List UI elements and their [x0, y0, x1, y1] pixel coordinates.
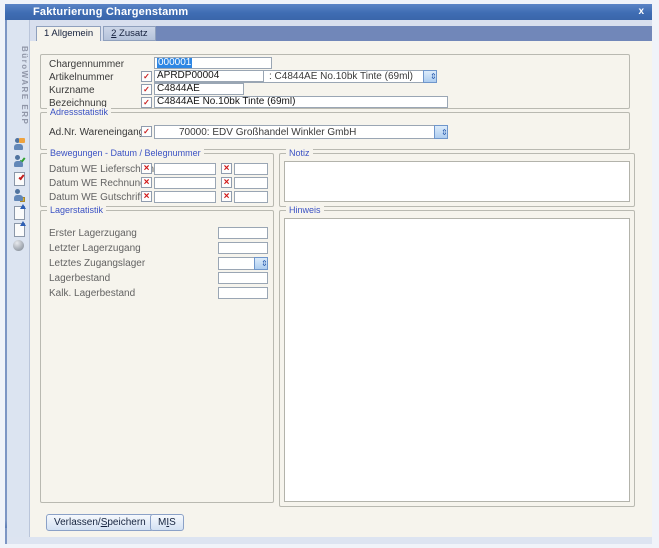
chargennummer-label: Chargennummer: [49, 59, 124, 71]
zugangslager-dropdown-icon[interactable]: ⇕: [254, 257, 268, 270]
datum-we-rechnung-label: Datum WE Rechnung: [49, 178, 146, 190]
form-panel: Chargennummer 000001 Artikelnummer ✓ APR…: [30, 41, 652, 537]
bezeichnung-input[interactable]: C4844AE No.10bk Tinte (69ml): [154, 96, 448, 108]
lieferschein-beleg-clear-icon[interactable]: ×: [221, 163, 232, 174]
content-area: 1 Allgemein 2 Zusatz Chargennummer 00000…: [30, 20, 652, 537]
artikelnummer-input[interactable]: APRDP00004: [154, 70, 264, 82]
lagerbestand-input[interactable]: [218, 272, 268, 284]
hinweis-legend: Hinweis: [286, 205, 324, 216]
sphere-icon[interactable]: [13, 240, 24, 251]
sidebar-toolbar: [7, 138, 29, 255]
letzter-lagerzugang-input[interactable]: [218, 242, 268, 254]
notiz-group: Notiz: [279, 153, 635, 207]
rechnung-beleg-clear-icon[interactable]: ×: [221, 177, 232, 188]
gutschrift-datum-input[interactable]: [154, 191, 216, 203]
datum-we-gutschrift-label: Datum WE Gutschrift: [49, 192, 143, 204]
app-window: Fakturierung Chargenstamm x BüroWARE ERP…: [5, 4, 652, 544]
rechnung-datum-input[interactable]: [154, 177, 216, 189]
adnr-verify-icon[interactable]: ✓: [141, 126, 152, 137]
artikelnummer-combo[interactable]: APRDP00004 : C4844AE No.10bk Tinte (69ml…: [154, 70, 437, 83]
rechnung-beleg-input[interactable]: [234, 177, 268, 189]
lagerbestand-label: Lagerbestand: [49, 273, 110, 285]
letztes-zugangslager-label: Letztes Zugangslager: [49, 258, 145, 270]
adnr-dropdown-icon[interactable]: ⇕: [434, 125, 448, 139]
notiz-textarea[interactable]: [284, 161, 630, 202]
brand-vertical-text: BüroWARE ERP: [7, 26, 29, 146]
close-icon[interactable]: x: [638, 7, 644, 17]
rechnung-datum-clear-icon[interactable]: ×: [141, 177, 152, 188]
sidebar: BüroWARE ERP: [7, 20, 30, 537]
kalk-lagerbestand-input[interactable]: [218, 287, 268, 299]
lieferschein-beleg-input[interactable]: [234, 163, 268, 175]
doc-upload2-icon[interactable]: [12, 223, 25, 236]
doc-check-icon[interactable]: [12, 172, 25, 185]
kurzname-label: Kurzname: [49, 85, 95, 97]
adnr-wareneingang-value: 70000: EDV Großhandel Winkler GmbH: [179, 127, 356, 139]
person-check-icon[interactable]: [12, 155, 25, 168]
lieferschein-datum-clear-icon[interactable]: ×: [141, 163, 152, 174]
kurzname-input[interactable]: C4844AE: [154, 83, 244, 95]
artikelnummer-description: : C4844AE No.10bk Tinte (69ml): [269, 71, 413, 83]
artikelnummer-label: Artikelnummer: [49, 72, 113, 84]
titlebar[interactable]: Fakturierung Chargenstamm x: [5, 4, 652, 20]
letztes-zugangslager-combo[interactable]: ⇕: [218, 257, 268, 270]
tab-zusatz[interactable]: 2 Zusatz: [103, 26, 155, 41]
person-box-icon[interactable]: [12, 189, 25, 202]
tab-allgemein-label: 1 Allgemein: [44, 28, 93, 39]
letzter-lagerzugang-label: Letzter Lagerzugang: [49, 243, 141, 255]
bewegungen-legend: Bewegungen - Datum / Belegnummer: [47, 148, 204, 159]
gutschrift-beleg-input[interactable]: [234, 191, 268, 203]
adnr-wareneingang-label: Ad.Nr. Wareneingang: [49, 127, 144, 139]
tab-band-fill: [156, 26, 652, 41]
window-title: Fakturierung Chargenstamm: [33, 6, 188, 18]
general-group: Chargennummer 000001 Artikelnummer ✓ APR…: [40, 54, 630, 109]
tab-zusatz-label: Zusatz: [116, 28, 147, 39]
erster-lagerzugang-input[interactable]: [218, 227, 268, 239]
erster-lagerzugang-label: Erster Lagerzugang: [49, 228, 137, 240]
chargennummer-value: 000001: [157, 57, 192, 68]
bewegungen-group: Bewegungen - Datum / Belegnummer Datum W…: [40, 153, 274, 207]
kurzname-verify-icon[interactable]: ✓: [141, 84, 152, 95]
person-chat-icon[interactable]: [12, 138, 25, 151]
mis-button[interactable]: MIS: [150, 514, 184, 531]
lagerstatistik-group: Lagerstatistik Erster Lagerzugang Letzte…: [40, 210, 274, 503]
gutschrift-beleg-clear-icon[interactable]: ×: [221, 191, 232, 202]
hinweis-group: Hinweis: [279, 210, 635, 507]
doc-upload-icon[interactable]: [12, 206, 25, 219]
artikelnummer-verify-icon[interactable]: ✓: [141, 71, 152, 82]
notiz-legend: Notiz: [286, 148, 313, 159]
datum-we-lieferschein-label: Datum WE Lieferschein: [49, 164, 154, 176]
tab-row: 1 Allgemein 2 Zusatz: [30, 20, 652, 41]
verlassen-speichern-button[interactable]: Verlassen/Speichern: [46, 514, 154, 531]
hinweis-textarea[interactable]: [284, 218, 630, 502]
chargennummer-input[interactable]: 000001: [154, 57, 272, 69]
adressstatistik-group: Adressstatistik Ad.Nr. Wareneingang ✓ 70…: [40, 112, 630, 150]
lagerstatistik-legend: Lagerstatistik: [47, 205, 106, 216]
tab-allgemein[interactable]: 1 Allgemein: [36, 26, 101, 41]
artikelnummer-dropdown-icon[interactable]: ⇕: [423, 70, 437, 83]
adressstatistik-legend: Adressstatistik: [47, 107, 111, 118]
kalk-lagerbestand-label: Kalk. Lagerbestand: [49, 288, 135, 300]
gutschrift-datum-clear-icon[interactable]: ×: [141, 191, 152, 202]
lieferschein-datum-input[interactable]: [154, 163, 216, 175]
bezeichnung-verify-icon[interactable]: ✓: [141, 97, 152, 108]
adnr-wareneingang-combo[interactable]: 70000: EDV Großhandel Winkler GmbH ⇕: [154, 125, 448, 139]
